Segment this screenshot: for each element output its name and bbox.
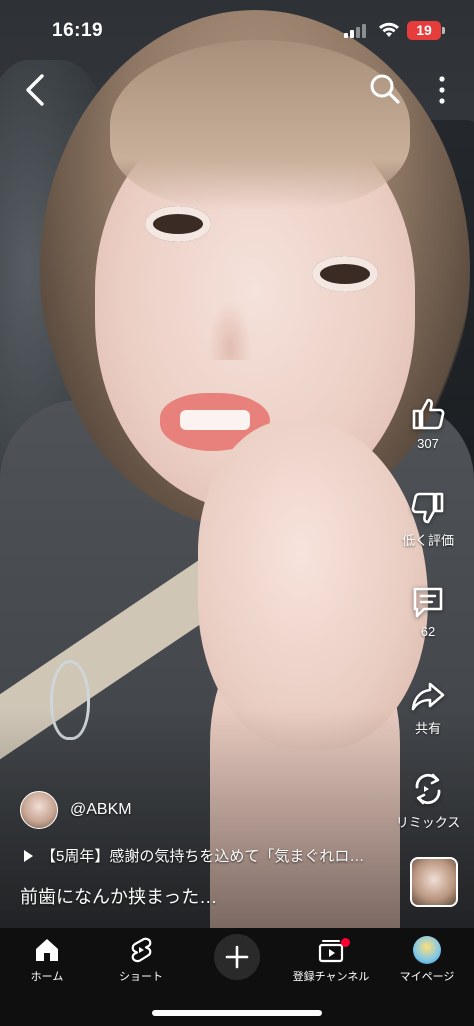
video-subject-nose	[208, 300, 252, 360]
like-count: 307	[417, 436, 439, 451]
wifi-icon	[379, 22, 399, 37]
thumbs-up-icon	[412, 398, 445, 430]
nav-shorts-label: ショート	[119, 971, 163, 983]
like-button[interactable]: 307	[382, 396, 474, 451]
comments-button[interactable]: 62	[382, 584, 474, 639]
share-icon	[411, 682, 445, 711]
play-icon	[24, 849, 33, 862]
more-vert-icon[interactable]	[432, 74, 452, 106]
nav-mypage-label: マイページ	[399, 971, 455, 983]
plus-icon	[225, 945, 249, 969]
sound-thumbnail[interactable]	[410, 857, 458, 907]
create-button[interactable]	[214, 934, 260, 980]
battery-tip	[442, 27, 445, 34]
dislike-button[interactable]: 低く評価	[382, 490, 474, 549]
remix-button[interactable]: リミックス	[382, 770, 474, 831]
channel-row[interactable]: @ABKM	[20, 790, 132, 830]
nav-subscriptions-label: 登録チャンネル	[292, 971, 370, 983]
nav-shorts[interactable]: ショート	[94, 936, 188, 984]
status-time: 16:19	[52, 20, 104, 41]
remix-icon	[415, 773, 441, 805]
video-subject-eye	[312, 256, 378, 292]
dislike-label: 低く評価	[401, 533, 454, 548]
channel-avatar[interactable]	[20, 791, 58, 829]
avatar	[413, 936, 441, 964]
comment-count: 62	[420, 624, 436, 639]
cellular-signal-icon	[344, 24, 368, 38]
channel-handle[interactable]: @ABKM	[70, 801, 132, 819]
nav-subscriptions[interactable]: 登録チャンネル	[284, 936, 378, 984]
related-video-title: 【5周年】感謝の気持ちを込めて「気まぐれロ…	[41, 848, 365, 865]
thumbs-down-icon	[411, 492, 444, 524]
nav-home-label: ホーム	[30, 971, 64, 983]
status-bar: 16:19 19	[0, 0, 474, 60]
nav-mypage[interactable]: マイページ	[380, 936, 474, 984]
notification-dot	[341, 938, 350, 947]
comment-icon	[413, 587, 443, 618]
video-subject-bangs	[110, 40, 410, 210]
back-button[interactable]	[18, 70, 52, 110]
share-button[interactable]: 共有	[382, 678, 474, 737]
remix-label: リミックス	[395, 815, 461, 830]
shorts-icon	[131, 937, 152, 963]
video-caption[interactable]: 前歯になんか挟まった…	[20, 883, 217, 909]
related-video-link[interactable]: 【5周年】感謝の気持ちを込めて「気まぐれロ…	[24, 845, 384, 866]
video-subject-eye	[145, 206, 211, 242]
share-label: 共有	[414, 721, 441, 736]
video-subject-teeth	[180, 410, 250, 430]
home-icon	[36, 939, 58, 961]
home-indicator	[152, 1010, 322, 1016]
nav-home[interactable]: ホーム	[0, 936, 94, 984]
search-icon[interactable]	[368, 72, 402, 106]
battery-indicator: 19	[407, 21, 441, 40]
